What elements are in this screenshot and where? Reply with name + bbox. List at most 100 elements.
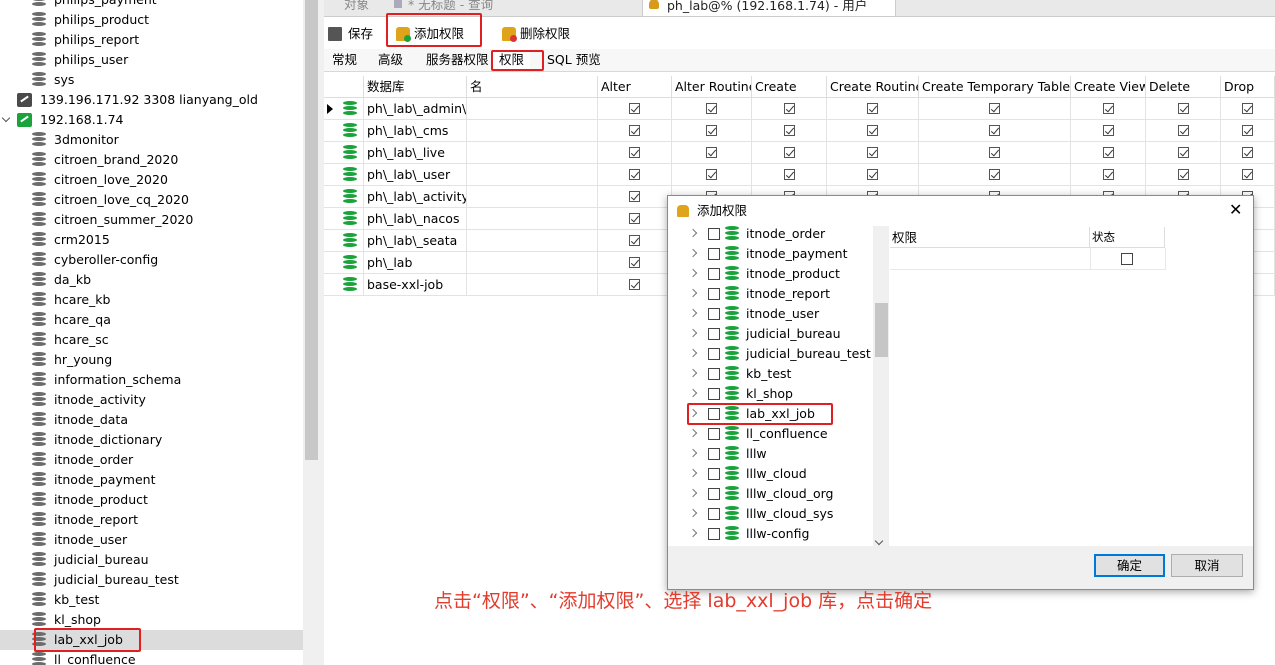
db-checkbox[interactable] <box>708 428 720 440</box>
tree-db-node[interactable]: da_kb <box>0 270 303 290</box>
privilege-checkbox[interactable] <box>629 279 640 290</box>
grid-header[interactable]: Create <box>752 76 827 98</box>
row-header[interactable] <box>324 98 364 120</box>
tree-db-node[interactable]: itnode_dictionary <box>0 430 303 450</box>
chevron-right-icon[interactable] <box>688 368 698 378</box>
grid-header[interactable]: Drop <box>1221 76 1275 98</box>
tree-db-node[interactable]: information_schema <box>0 370 303 390</box>
privilege-checkbox[interactable] <box>989 169 1000 180</box>
dialog-db-item[interactable]: itnode_user <box>678 304 878 324</box>
chevron-right-icon[interactable] <box>688 428 698 438</box>
privilege-cell[interactable] <box>598 208 672 230</box>
privilege-cell[interactable] <box>827 142 919 164</box>
tree-db-node[interactable]: itnode_user <box>0 530 303 550</box>
dialog-db-item[interactable]: judicial_bureau <box>678 324 878 344</box>
db-checkbox[interactable] <box>708 288 720 300</box>
dialog-db-item[interactable]: itnode_report <box>678 284 878 304</box>
privilege-cell[interactable] <box>1221 98 1275 120</box>
privilege-cell[interactable] <box>598 142 672 164</box>
close-icon[interactable]: ✕ <box>1229 196 1242 224</box>
chevron-right-icon[interactable] <box>688 308 698 318</box>
save-button[interactable]: 保存 <box>328 24 378 44</box>
dialog-db-item[interactable]: judicial_bureau_test <box>678 344 878 364</box>
db-checkbox[interactable] <box>708 528 720 540</box>
tree-db-node[interactable]: philips_user <box>0 50 303 70</box>
chevron-down-icon[interactable] <box>1 113 11 123</box>
privilege-cell[interactable] <box>1071 98 1146 120</box>
tree-db-node[interactable]: 3dmonitor <box>0 130 303 150</box>
row-header[interactable] <box>324 274 364 296</box>
name-cell[interactable] <box>467 120 598 142</box>
dialog-db-item[interactable]: lllw_cloud <box>678 464 878 484</box>
privilege-checkbox[interactable] <box>784 169 795 180</box>
chevron-right-icon[interactable] <box>688 468 698 478</box>
privilege-cell[interactable] <box>1221 120 1275 142</box>
chevron-right-icon[interactable] <box>688 268 698 278</box>
privilege-cell[interactable] <box>1221 142 1275 164</box>
tree-db-node[interactable]: philips_product <box>0 10 303 30</box>
privilege-cell[interactable] <box>919 120 1071 142</box>
privilege-cell[interactable] <box>598 252 672 274</box>
db-checkbox[interactable] <box>708 468 720 480</box>
privilege-cell[interactable] <box>672 120 752 142</box>
tab-advanced[interactable]: 高级 <box>372 49 409 71</box>
chevron-right-icon[interactable] <box>688 288 698 298</box>
tree-db-node[interactable]: itnode_payment <box>0 470 303 490</box>
row-header[interactable] <box>324 142 364 164</box>
privilege-cell[interactable] <box>752 98 827 120</box>
grid-row[interactable]: ph\_lab\_cms <box>324 120 1275 142</box>
privilege-checkbox[interactable] <box>1242 103 1253 114</box>
privilege-cell[interactable] <box>919 98 1071 120</box>
tab-sql-preview[interactable]: SQL 预览 <box>541 49 607 71</box>
dialog-db-item[interactable]: kl_shop <box>678 384 878 404</box>
privilege-cell[interactable] <box>672 164 752 186</box>
tree-db-node[interactable]: ll_confluence <box>0 650 303 665</box>
dialog-db-item[interactable]: ll_confluence <box>678 424 878 444</box>
db-checkbox[interactable] <box>708 348 720 360</box>
privilege-checkbox[interactable] <box>867 103 878 114</box>
privilege-cell[interactable] <box>1071 120 1146 142</box>
db-checkbox[interactable] <box>708 508 720 520</box>
privilege-checkbox[interactable] <box>706 169 717 180</box>
tree-db-node[interactable]: kb_test <box>0 590 303 610</box>
row-header[interactable] <box>324 186 364 208</box>
db-name-cell[interactable]: ph\_lab\_user <box>364 164 467 186</box>
privilege-cell[interactable] <box>598 230 672 252</box>
chevron-right-icon[interactable] <box>688 528 698 538</box>
privilege-checkbox[interactable] <box>989 147 1000 158</box>
privilege-cell[interactable] <box>1146 120 1221 142</box>
tree-db-node[interactable]: judicial_bureau_test <box>0 570 303 590</box>
privilege-cell[interactable] <box>752 142 827 164</box>
privilege-checkbox[interactable] <box>867 147 878 158</box>
tree-db-node[interactable]: itnode_data <box>0 410 303 430</box>
db-checkbox[interactable] <box>708 448 720 460</box>
privilege-checkbox[interactable] <box>1103 125 1114 136</box>
privilege-checkbox[interactable] <box>629 103 640 114</box>
grid-header[interactable]: Create Temporary Tables <box>919 76 1071 98</box>
privilege-checkbox[interactable] <box>1103 169 1114 180</box>
name-cell[interactable] <box>467 208 598 230</box>
tab-user-active[interactable]: ph_lab@% (192.168.1.74) - 用户 <box>642 0 896 16</box>
tree-db-node[interactable]: sys <box>0 70 303 90</box>
privilege-checkbox[interactable] <box>784 147 795 158</box>
grid-header[interactable]: Alter <box>598 76 672 98</box>
grid-header[interactable]: 名 <box>467 76 598 98</box>
chevron-right-icon[interactable] <box>688 248 698 258</box>
db-name-cell[interactable]: ph\_lab\_live <box>364 142 467 164</box>
db-name-cell[interactable]: ph\_lab <box>364 252 467 274</box>
dialog-db-item[interactable]: lllw-config <box>678 524 878 544</box>
chevron-right-icon[interactable] <box>688 448 698 458</box>
privilege-cell[interactable] <box>1221 164 1275 186</box>
privilege-checkbox[interactable] <box>867 125 878 136</box>
privilege-cell[interactable] <box>598 186 672 208</box>
privilege-checkbox[interactable] <box>629 191 640 202</box>
chevron-right-icon[interactable] <box>688 328 698 338</box>
privilege-cell[interactable] <box>598 164 672 186</box>
db-name-cell[interactable]: base-xxl-job <box>364 274 467 296</box>
name-cell[interactable] <box>467 98 598 120</box>
privilege-checkbox[interactable] <box>1242 125 1253 136</box>
dialog-db-item[interactable]: lllw_cloud_org <box>678 484 878 504</box>
dialog-db-item[interactable]: itnode_product <box>678 264 878 284</box>
tree-db-node[interactable]: hcare_sc <box>0 330 303 350</box>
tree-server-node[interactable]: 192.168.1.74 <box>0 110 303 130</box>
